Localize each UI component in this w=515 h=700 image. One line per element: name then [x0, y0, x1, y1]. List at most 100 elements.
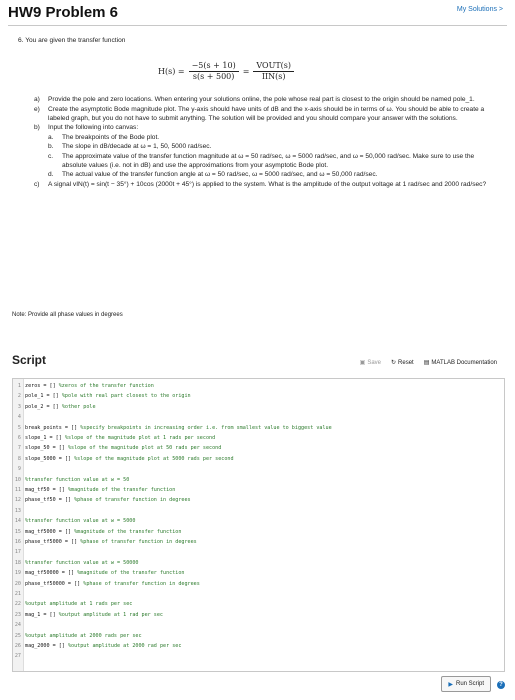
code-line[interactable]: 22 %output amplitude at 1 rads per sec: [13, 599, 132, 609]
problem-part: a) Provide the pole and zero locations. W…: [34, 95, 498, 104]
line-number: 16: [14, 539, 21, 545]
line-number: 18: [14, 559, 21, 566]
reset-label: Reset: [398, 359, 414, 366]
line-number: 27: [14, 653, 21, 660]
code-line[interactable]: 3 pole_2 = [] %other pole: [13, 402, 96, 412]
code-comment: %slope of the magnitude plot at 1 rads p…: [64, 435, 216, 441]
part-text: Input the following into canvas:: [48, 124, 139, 132]
problem-part: b) Input the following into canvas:: [34, 123, 498, 132]
line-number: 1: [17, 383, 21, 389]
code-line[interactable]: 20 phase_tf50000 = [] %phase of transfer …: [13, 579, 200, 589]
code-text: zeros = []: [25, 383, 59, 389]
problem-intro: 6. You are given the transfer function: [18, 37, 126, 44]
code-line[interactable]: 9: [13, 464, 25, 474]
save-label: Save: [367, 359, 382, 366]
code-line[interactable]: 18 %transfer function value at w = 50000: [13, 558, 139, 568]
run-script-label: Run Script: [455, 681, 484, 687]
code-comment: %output amplitude at 1 rads per sec: [25, 601, 133, 608]
code-line[interactable]: 16 phase_tf5000 = [] %phase of transfer f…: [13, 537, 197, 547]
part-label: d.: [48, 171, 54, 179]
code-line[interactable]: 10 %transfer function value at w = 50: [13, 475, 129, 485]
line-number: 13: [14, 507, 21, 514]
problem-part: b. The slope in dB/decade at ω = 1, 50, 5…: [48, 142, 498, 151]
line-number: 12: [14, 497, 21, 504]
code-comment: %slope of the magnitude plot at 50 rads …: [67, 445, 222, 452]
code-line[interactable]: 26 mag_2000 = [] %output amplitude at 200…: [13, 641, 182, 651]
line-number: 26: [14, 643, 21, 649]
code-comment: %output amplitude at 2000 rads per sec: [25, 632, 142, 639]
divider: [8, 25, 507, 26]
code-text: mag_tf50000 = []: [25, 570, 78, 577]
documentation-icon: ▤: [423, 360, 430, 366]
code-text: mag_2000 = []: [25, 643, 68, 649]
code-text: pole_1 = []: [25, 393, 62, 400]
code-line[interactable]: 19 mag_tf50000 = [] %magnitude of the tra…: [13, 568, 185, 578]
help-icon[interactable]: ?: [497, 681, 505, 689]
matlab-documentation-link[interactable]: ▤ MATLAB Documentation: [423, 359, 497, 367]
part-label: c.: [48, 152, 54, 160]
code-text: pole_2 = []: [25, 403, 62, 410]
code-line[interactable]: 1 zeros = [] %zeros of the transfer funct…: [13, 381, 154, 391]
eq-equals: =: [242, 66, 250, 76]
line-number: 8: [17, 455, 21, 462]
eq-fraction-2: VOUT(s) IIN(s): [253, 61, 295, 81]
code-comment: %output amplitude at 2000 rad per sec: [67, 643, 182, 649]
line-number: 14: [14, 518, 21, 525]
phase-note: Note: Provide all phase values in degree…: [12, 312, 123, 318]
code-comment: %magnitude of the transfer function: [77, 570, 185, 577]
line-number: 5: [17, 424, 21, 431]
code-line[interactable]: 15 mag_tf5000 = [] %magnitude of the tran…: [13, 527, 182, 537]
line-number: 9: [17, 466, 21, 473]
code-line[interactable]: 6 slope_1 = [] %slope of the magnitude pl…: [13, 433, 215, 443]
code-comment: %transfer function value at w = 50: [25, 476, 130, 483]
line-number: 6: [17, 435, 21, 441]
code-line[interactable]: 14 %transfer function value at w = 5000: [13, 516, 136, 526]
code-editor[interactable]: 1 zeros = [] %zeros of the transfer funct…: [12, 378, 505, 672]
code-comment: %slope of the magnitude plot at 5000 rad…: [74, 455, 234, 462]
line-number: 25: [14, 632, 21, 639]
play-icon: ▶: [448, 681, 453, 688]
code-line[interactable]: 2 pole_1 = [] %pole with real part closes…: [13, 391, 191, 401]
code-line[interactable]: 8 slope_5000 = [] %slope of the magnitude…: [13, 454, 234, 464]
reset-button[interactable]: ↻ Reset: [391, 359, 414, 367]
code-text: slope_1 = []: [25, 435, 65, 441]
code-line[interactable]: 4: [13, 412, 25, 422]
code-line[interactable]: 12 phase_tf50 = [] %phase of transfer fun…: [13, 495, 191, 505]
part-text: A signal vIN(t) = sin(t − 35°) + 10cos (…: [48, 180, 487, 188]
eq-numerator: −5(s + 10): [188, 61, 239, 72]
code-line[interactable]: 17: [13, 547, 25, 557]
code-comment: %specify breakpoints in increasing order…: [80, 424, 332, 431]
code-line[interactable]: 13: [13, 506, 25, 516]
save-button[interactable]: ▣ Save: [360, 359, 382, 367]
line-number: 19: [14, 570, 21, 577]
code-line[interactable]: 21: [13, 589, 25, 599]
run-script-button[interactable]: ▶ Run Script: [441, 676, 491, 692]
code-line[interactable]: 27: [13, 651, 25, 661]
problem-statement: 6. You are given the transfer function H…: [18, 36, 498, 189]
line-number: 23: [14, 611, 21, 618]
line-number: 3: [17, 403, 21, 410]
code-line[interactable]: 5 break_points = [] %specify breakpoints …: [13, 423, 332, 433]
code-comment: %transfer function value at w = 5000: [25, 518, 136, 525]
code-line[interactable]: 7 slope_50 = [] %slope of the magnitude p…: [13, 443, 221, 453]
code-text: phase_tf50 = []: [25, 497, 75, 504]
code-text: mag_tf5000 = []: [25, 528, 75, 535]
code-comment: %magnitude of the transfer function: [74, 528, 182, 535]
eq-fraction-1: −5(s + 10) s(s + 500): [188, 61, 239, 81]
code-line[interactable]: 24: [13, 620, 25, 630]
line-number: 15: [14, 528, 21, 535]
problem-part: e) Create the asymptotic Bode magnitude p…: [34, 105, 498, 124]
line-number: 20: [14, 580, 21, 587]
line-number: 24: [14, 622, 21, 629]
code-line[interactable]: 11 mag_tf50 = [] %magnitude of the transf…: [13, 485, 175, 495]
code-line[interactable]: 25 %output amplitude at 2000 rads per sec: [13, 631, 142, 641]
script-heading: Script: [12, 353, 47, 367]
part-text: The slope in dB/decade at ω = 1, 50, 500…: [62, 143, 212, 151]
code-text: slope_50 = []: [25, 445, 68, 452]
code-line[interactable]: 23 mag_1 = [] %output amplitude at 1 rad …: [13, 610, 163, 620]
problem-part: d. The actual value of the transfer funct…: [48, 170, 498, 179]
line-number: 2: [17, 393, 21, 400]
line-number: 21: [14, 591, 21, 597]
my-solutions-link[interactable]: My Solutions >: [457, 6, 503, 13]
code-comment: %zeros of the transfer function: [58, 383, 154, 389]
